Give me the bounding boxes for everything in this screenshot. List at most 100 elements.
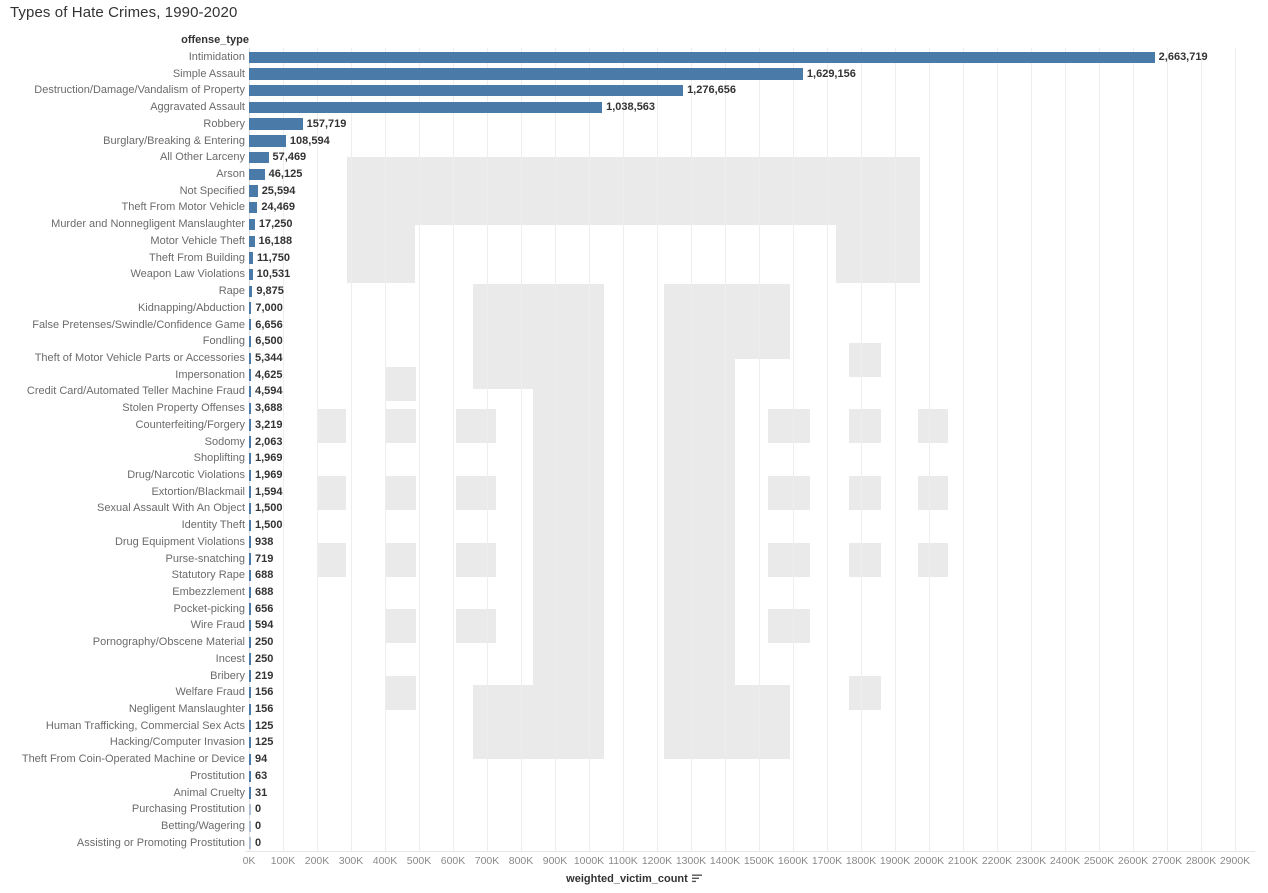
bar[interactable] — [249, 503, 252, 515]
bar-row[interactable]: Extortion/Blackmail 1,594 — [0, 484, 1268, 501]
bar[interactable] — [249, 319, 252, 331]
bar-row[interactable]: Counterfeiting/Forgery 3,219 — [0, 417, 1268, 434]
bar-row-label[interactable]: Intimidation — [189, 50, 245, 64]
bar-row-label[interactable]: Wire Fraud — [191, 618, 245, 632]
bar-row[interactable]: Fondling 6,500 — [0, 333, 1268, 350]
bar[interactable] — [249, 469, 252, 481]
bar-row[interactable]: Bribery 219 — [0, 668, 1268, 685]
bar-row-label[interactable]: Pocket-picking — [173, 602, 245, 616]
bar[interactable] — [249, 703, 252, 716]
bar-row-label[interactable]: Prostitution — [190, 769, 245, 783]
bar[interactable] — [249, 603, 252, 615]
bar-row-label[interactable]: Destruction/Damage/Vandalism of Property — [34, 83, 245, 97]
bar-row-label[interactable]: Weapon Law Violations — [130, 267, 245, 281]
bar-row-label[interactable]: Incest — [216, 652, 245, 666]
bar-row-label[interactable]: Robbery — [203, 117, 245, 131]
bar-row[interactable]: Purse-snatching 719 — [0, 551, 1268, 568]
bar[interactable] — [249, 168, 265, 181]
bar[interactable] — [249, 686, 252, 699]
bar-row-label[interactable]: All Other Larceny — [160, 150, 245, 164]
bar[interactable] — [249, 670, 252, 682]
bar-row[interactable]: Human Trafficking, Commercial Sex Acts 12… — [0, 718, 1268, 735]
bar-row-label[interactable]: Sodomy — [205, 435, 245, 449]
bar-row-label[interactable]: Rape — [219, 284, 245, 298]
bar[interactable] — [249, 218, 255, 231]
bar-row[interactable]: Burglary/Breaking & Entering 108,594 — [0, 133, 1268, 150]
bar-row[interactable]: Not Specified 25,594 — [0, 183, 1268, 200]
bar-row-label[interactable]: Fondling — [203, 334, 245, 348]
bar-row[interactable]: Theft From Coin-Operated Machine or Devi… — [0, 751, 1268, 768]
bar-row[interactable]: Credit Card/Automated Teller Machine Fra… — [0, 383, 1268, 400]
bar-row-label[interactable]: Simple Assault — [173, 67, 245, 81]
bar-row-label[interactable]: Sexual Assault With An Object — [97, 501, 245, 515]
bar-row[interactable]: Negligent Manslaughter 156 — [0, 701, 1268, 718]
bar-row-label[interactable]: Hacking/Computer Invasion — [110, 735, 245, 749]
bar-row[interactable]: Sexual Assault With An Object 1,500 — [0, 500, 1268, 517]
bar-row-label[interactable]: Drug/Narcotic Violations — [127, 468, 245, 482]
bar-row-label[interactable]: Theft From Coin-Operated Machine or Devi… — [22, 752, 245, 766]
bar[interactable] — [249, 837, 251, 849]
bar-row-label[interactable]: Aggravated Assault — [150, 100, 245, 114]
bar[interactable] — [249, 352, 252, 364]
bar-row[interactable]: Identity Theft 1,500 — [0, 517, 1268, 534]
bar[interactable] — [249, 770, 252, 782]
bar-row-label[interactable]: Kidnapping/Abduction — [138, 301, 245, 315]
bar-row-label[interactable]: Drug Equipment Violations — [115, 535, 245, 549]
bar-row[interactable]: Assisting or Promoting Prostitution 0 — [0, 835, 1268, 852]
bar-row[interactable]: Theft From Motor Vehicle 24,469 — [0, 199, 1268, 216]
bar-row-label[interactable]: False Pretenses/Swindle/Confidence Game — [32, 318, 245, 332]
bar-row-label[interactable]: Not Specified — [180, 184, 245, 198]
bar-row[interactable]: Embezzlement 688 — [0, 584, 1268, 601]
bar-row[interactable]: All Other Larceny 57,469 — [0, 149, 1268, 166]
bar[interactable] — [249, 402, 252, 415]
bar[interactable] — [249, 636, 252, 649]
bar[interactable] — [249, 452, 252, 465]
bar-row-label[interactable]: Negligent Manslaughter — [129, 702, 245, 716]
bar[interactable] — [249, 285, 253, 298]
bar-row-label[interactable]: Counterfeiting/Forgery — [136, 418, 245, 432]
bar-row[interactable]: Motor Vehicle Theft 16,188 — [0, 233, 1268, 250]
bar-row[interactable]: Intimidation 2,663,719 — [0, 49, 1268, 66]
bar[interactable] — [249, 51, 1155, 63]
bar-row[interactable]: Statutory Rape 688 — [0, 567, 1268, 584]
x-axis-title[interactable]: weighted_victim_count — [0, 873, 1268, 886]
bar-row[interactable]: Sodomy 2,063 — [0, 434, 1268, 451]
bar-row[interactable]: Drug Equipment Violations 938 — [0, 534, 1268, 551]
sort-descending-icon[interactable] — [691, 874, 702, 886]
bar[interactable] — [249, 185, 258, 197]
bar-row[interactable]: Shoplifting 1,969 — [0, 450, 1268, 467]
bar[interactable] — [249, 586, 252, 598]
bar-row-label[interactable]: Impersonation — [175, 368, 245, 382]
bar-row-label[interactable]: Theft From Motor Vehicle — [122, 200, 246, 214]
bar[interactable] — [249, 135, 286, 147]
bar-row[interactable]: Incest 250 — [0, 651, 1268, 668]
bar-row[interactable]: Kidnapping/Abduction 7,000 — [0, 300, 1268, 317]
bar-row-label[interactable]: Identity Theft — [182, 518, 245, 532]
bar[interactable] — [249, 803, 251, 816]
bar-row-label[interactable]: Murder and Nonnegligent Manslaughter — [51, 217, 245, 231]
bar[interactable] — [249, 720, 252, 732]
bar[interactable] — [249, 268, 253, 281]
bar-row-label[interactable]: Bribery — [210, 669, 245, 683]
bar[interactable] — [249, 519, 252, 532]
bar-row-label[interactable]: Burglary/Breaking & Entering — [103, 134, 245, 148]
bar-row[interactable]: Murder and Nonnegligent Manslaughter 17,2… — [0, 216, 1268, 233]
bar-row-label[interactable]: Theft From Building — [149, 251, 245, 265]
bar-row[interactable]: Impersonation 4,625 — [0, 367, 1268, 384]
bar[interactable] — [249, 151, 269, 164]
bar-row-label[interactable]: Arson — [216, 167, 245, 181]
bar[interactable] — [249, 820, 251, 833]
bar-row[interactable]: Hacking/Computer Invasion 125 — [0, 734, 1268, 751]
bar-row-label[interactable]: Human Trafficking, Commercial Sex Acts — [46, 719, 245, 733]
bar-row-label[interactable]: Pornography/Obscene Material — [93, 635, 245, 649]
bar[interactable] — [249, 202, 258, 214]
bar-row-label[interactable]: Statutory Rape — [172, 568, 245, 582]
bar[interactable] — [249, 653, 252, 665]
bar-row-label[interactable]: Theft of Motor Vehicle Parts or Accessor… — [35, 351, 245, 365]
bar-row[interactable]: Prostitution 63 — [0, 768, 1268, 785]
bar[interactable] — [249, 68, 803, 80]
bar-row[interactable]: Arson 46,125 — [0, 166, 1268, 183]
bar[interactable] — [249, 569, 252, 582]
bar-row-label[interactable]: Animal Cruelty — [173, 786, 245, 800]
bar-row[interactable]: Theft From Building 11,750 — [0, 250, 1268, 267]
